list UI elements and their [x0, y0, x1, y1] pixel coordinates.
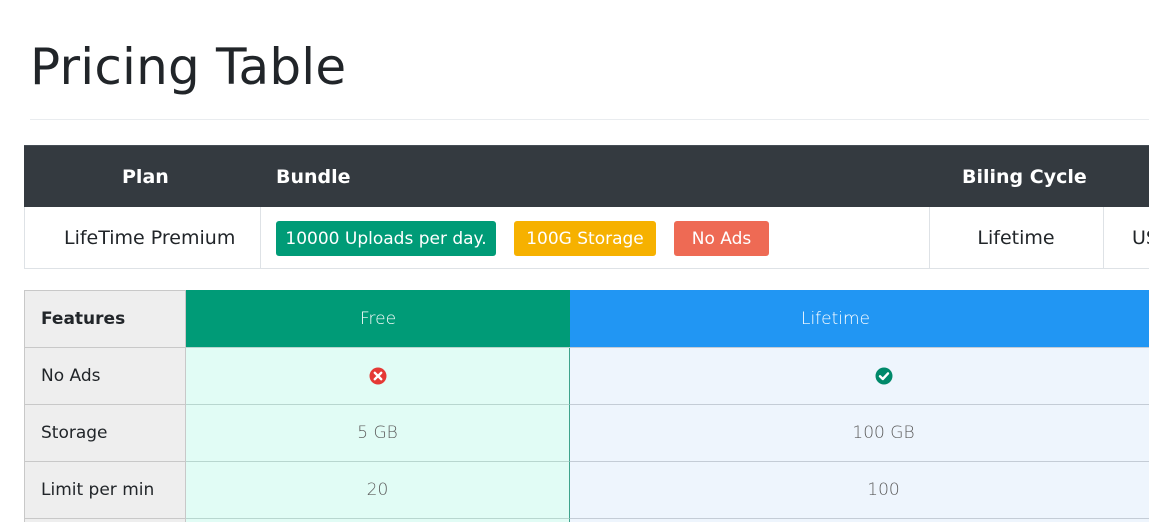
- check-circle-icon: [875, 367, 892, 385]
- feature-label: Storage: [24, 405, 186, 462]
- free-limit-cell: 20: [186, 462, 570, 519]
- cross-circle-icon: [369, 367, 386, 385]
- lifetime-column: Lifetime 100 GB 100: [570, 290, 1149, 522]
- cell-divider: [260, 207, 261, 268]
- plan-name: LifeTime Premium: [64, 227, 236, 249]
- cell-divider: [1103, 207, 1104, 268]
- title-divider: [30, 119, 1149, 120]
- features-column: Features No Ads Storage Limit per min: [24, 290, 186, 522]
- billing-cycle: Lifetime: [977, 227, 1055, 249]
- header-plan: Plan: [122, 166, 169, 188]
- free-column: Free 5 GB 20: [186, 290, 570, 522]
- feature-label: Limit per min: [24, 462, 186, 519]
- lifetime-plan-header: Lifetime: [570, 290, 1149, 348]
- price-cell: US: [1132, 227, 1149, 249]
- lifetime-storage-cell: 100 GB: [570, 405, 1149, 462]
- badge-storage: 100G Storage: [514, 221, 656, 256]
- features-table: Features No Ads Storage Limit per min Fr…: [24, 290, 1149, 522]
- page-title: Pricing Table: [30, 38, 347, 96]
- free-plan-header: Free: [186, 290, 570, 348]
- plan-row: LifeTime Premium 10000 Uploads per day. …: [24, 207, 1149, 269]
- header-bundle: Bundle: [276, 166, 351, 188]
- plan-table-header: Plan Bundle Biling Cycle: [24, 145, 1149, 207]
- lifetime-limit-cell: 100: [570, 462, 1149, 519]
- features-header: Features: [24, 290, 186, 348]
- badge-uploads: 10000 Uploads per day.: [276, 221, 496, 256]
- feature-label: No Ads: [24, 348, 186, 405]
- free-no-ads-cell: [186, 348, 570, 405]
- badge-no-ads: No Ads: [674, 221, 769, 256]
- lifetime-no-ads-cell: [570, 348, 1149, 405]
- header-billing-cycle: Biling Cycle: [962, 166, 1087, 188]
- free-storage-cell: 5 GB: [186, 405, 570, 462]
